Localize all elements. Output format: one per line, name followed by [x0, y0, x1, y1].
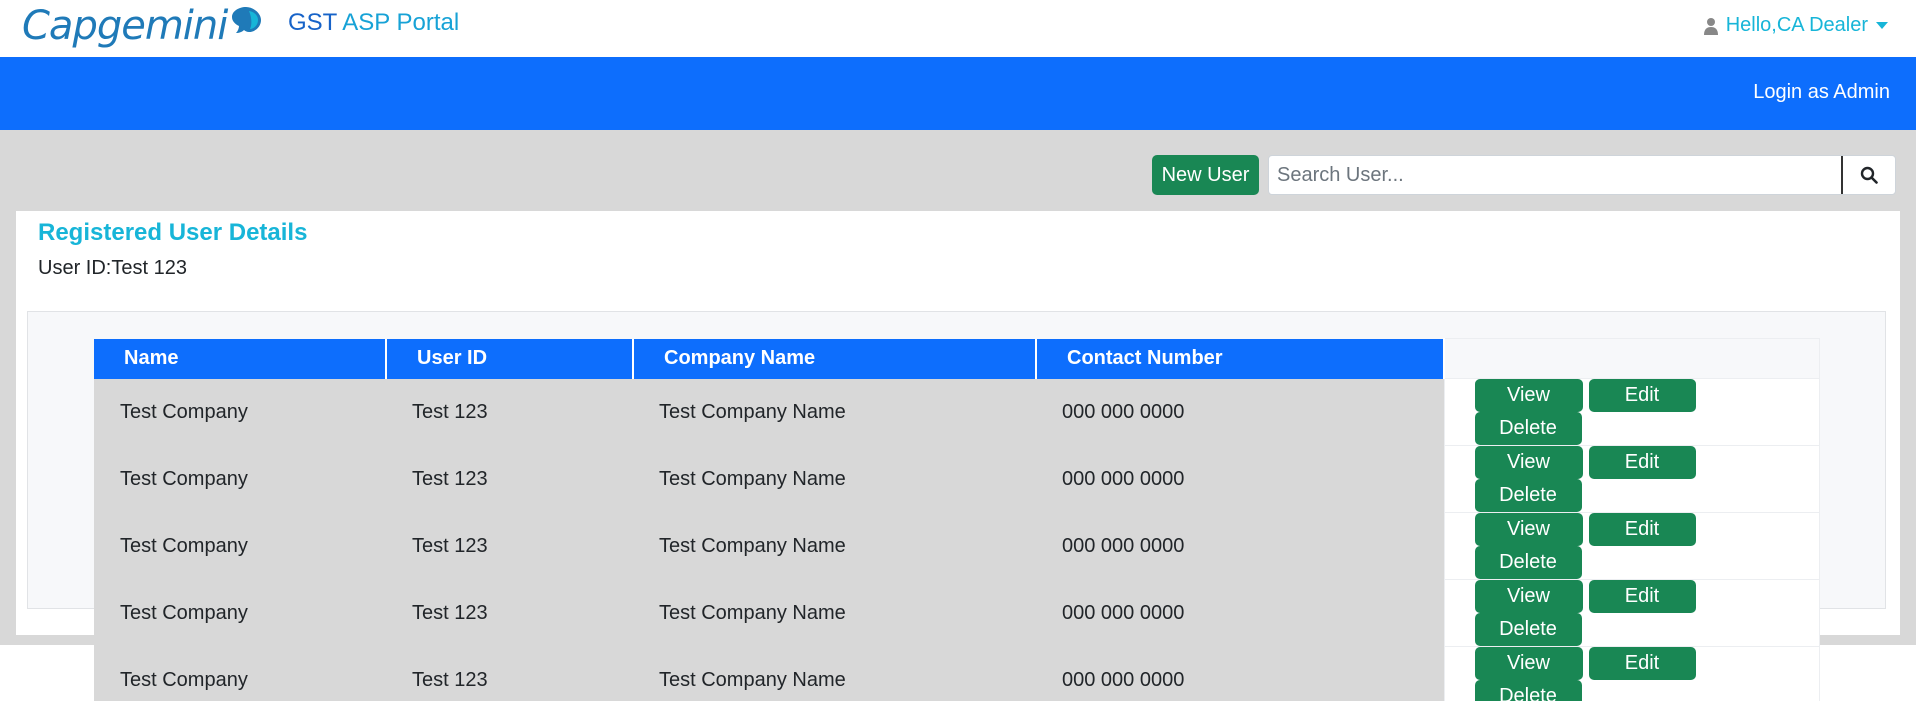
- view-button[interactable]: View: [1474, 446, 1583, 479]
- view-button[interactable]: View: [1474, 580, 1583, 613]
- table-row: Test Company Test 123 Test Company Name 000…: [94, 579, 1820, 647]
- cell-contact-number: 000 000 0000: [1036, 378, 1444, 446]
- portal-title: GST ASP Portal: [288, 9, 459, 37]
- delete-button[interactable]: Delete: [1474, 613, 1582, 646]
- row-actions: View EditDelete: [1443, 445, 1820, 513]
- view-button[interactable]: View: [1474, 647, 1583, 680]
- delete-button[interactable]: Delete: [1474, 412, 1582, 445]
- main-content: New User Registered User Details User ID…: [0, 130, 1916, 701]
- cell-name: Test Company: [94, 579, 386, 647]
- cell-user-id: Test 123: [386, 512, 633, 580]
- edit-button[interactable]: Edit: [1588, 446, 1696, 479]
- table-row: Test Company Test 123 Test Company Name 000…: [94, 445, 1820, 513]
- current-user-id: User ID:Test 123: [38, 257, 187, 279]
- cell-company-name: Test Company Name: [633, 512, 1036, 580]
- cell-user-id: Test 123: [386, 579, 633, 647]
- delete-button[interactable]: Delete: [1474, 546, 1582, 579]
- users-table: Name User ID Company Name Contact Number…: [94, 338, 1820, 701]
- column-header-name: Name: [94, 338, 387, 379]
- user-greeting: Hello,CA Dealer: [1725, 14, 1868, 36]
- logo-wordmark: Capgemini: [22, 3, 228, 49]
- cell-contact-number: 000 000 0000: [1036, 512, 1444, 580]
- search-user-box: [1268, 155, 1896, 195]
- cell-company-name: Test Company Name: [633, 646, 1036, 701]
- view-button[interactable]: View: [1474, 379, 1583, 412]
- section-title: Registered User Details: [38, 219, 308, 246]
- login-as-admin-link[interactable]: Login as Admin: [1753, 81, 1890, 104]
- capgemini-logo[interactable]: Capgemini: [22, 0, 263, 52]
- table-row: Test Company Test 123 Test Company Name 000…: [94, 512, 1820, 580]
- edit-button[interactable]: Edit: [1588, 513, 1696, 546]
- cell-contact-number: 000 000 0000: [1036, 445, 1444, 513]
- column-header-actions: [1443, 338, 1820, 379]
- cell-name: Test Company: [94, 445, 386, 513]
- search-button[interactable]: [1843, 156, 1895, 194]
- row-actions: View Edit Delete: [1443, 646, 1820, 701]
- column-header-company-name: Company Name: [633, 338, 1037, 379]
- user-menu-dropdown[interactable]: Hello,CA Dealer: [1703, 14, 1888, 37]
- user-icon: [1703, 17, 1718, 35]
- table-header-row: Name User ID Company Name Contact Number: [94, 338, 1820, 379]
- new-user-button[interactable]: New User: [1152, 155, 1259, 195]
- delete-button[interactable]: Delete: [1474, 680, 1582, 701]
- row-actions: View EditDelete: [1443, 378, 1820, 446]
- cell-name: Test Company: [94, 378, 386, 446]
- main-navbar: Login as Admin: [0, 57, 1916, 130]
- portal-title-asp: ASP Portal: [342, 9, 460, 36]
- cell-name: Test Company: [94, 646, 386, 701]
- search-user-input[interactable]: [1269, 156, 1843, 194]
- users-table-panel: Name User ID Company Name Contact Number…: [27, 311, 1886, 701]
- portal-title-gst: GST: [288, 9, 337, 36]
- cell-user-id: Test 123: [386, 646, 633, 701]
- column-header-contact-number: Contact Number: [1036, 338, 1445, 379]
- cell-company-name: Test Company Name: [633, 579, 1036, 647]
- row-actions: View EditDelete: [1443, 579, 1820, 647]
- top-header: Capgemini GST ASP Portal Hello,CA Dealer: [0, 0, 1916, 57]
- row-actions: View EditDelete: [1443, 512, 1820, 580]
- cell-contact-number: 000 000 0000: [1036, 579, 1444, 647]
- column-header-user-id: User ID: [386, 338, 634, 379]
- delete-button[interactable]: Delete: [1474, 479, 1582, 512]
- cell-name: Test Company: [94, 512, 386, 580]
- spade-logo-icon: [232, 7, 262, 33]
- registered-user-card: Registered User Details User ID:Test 123…: [16, 211, 1900, 701]
- cell-company-name: Test Company Name: [633, 445, 1036, 513]
- cell-contact-number: 000 000 0000: [1036, 646, 1444, 701]
- edit-button[interactable]: Edit: [1588, 379, 1696, 412]
- table-row: Test Company Test 123 Test Company Name 000…: [94, 646, 1820, 701]
- caret-down-icon: [1876, 22, 1888, 29]
- cell-company-name: Test Company Name: [633, 378, 1036, 446]
- cell-user-id: Test 123: [386, 445, 633, 513]
- table-row: Test Company Test 123 Test Company Name 000…: [94, 378, 1820, 446]
- edit-button[interactable]: Edit: [1588, 647, 1696, 680]
- cell-user-id: Test 123: [386, 378, 633, 446]
- search-icon: [1860, 166, 1878, 184]
- edit-button[interactable]: Edit: [1588, 580, 1696, 613]
- view-button[interactable]: View: [1474, 513, 1583, 546]
- users-table-wrapper: Name User ID Company Name Contact Number…: [94, 338, 1820, 701]
